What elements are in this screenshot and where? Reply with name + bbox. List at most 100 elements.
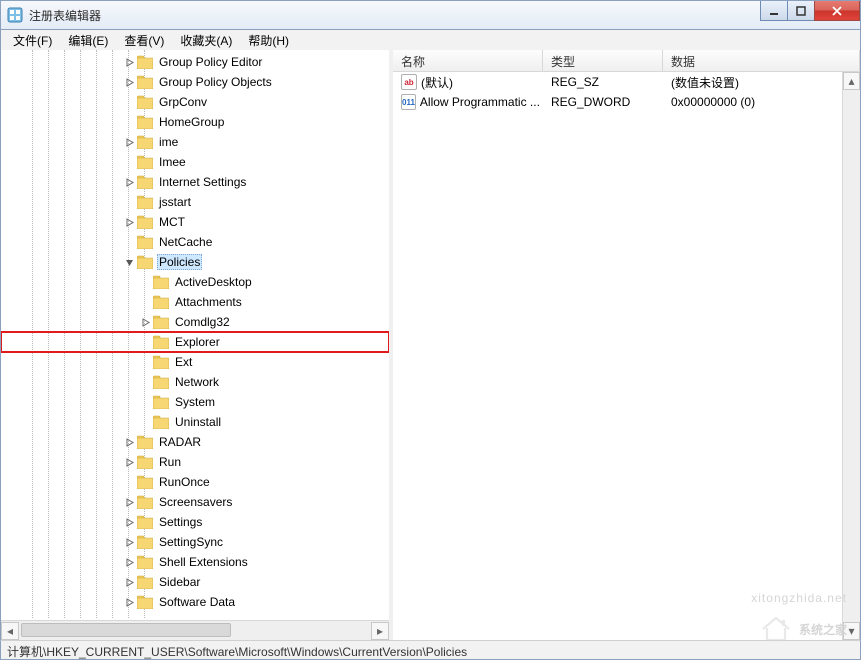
scroll-down-button[interactable]: ▾ xyxy=(843,622,860,640)
folder-icon xyxy=(137,55,153,69)
folder-icon xyxy=(137,435,153,449)
tree-item-label: GrpConv xyxy=(157,94,209,110)
tree-item-label: Attachments xyxy=(173,294,244,310)
expand-icon[interactable] xyxy=(123,516,135,528)
tree-item-label: Comdlg32 xyxy=(173,314,232,330)
tree-item[interactable]: Sidebar xyxy=(1,572,389,592)
tree-item[interactable]: Group Policy Editor xyxy=(1,52,389,72)
tree-item[interactable]: jsstart xyxy=(1,192,389,212)
tree-item[interactable]: Imee xyxy=(1,152,389,172)
expand-icon[interactable] xyxy=(123,576,135,588)
tree-item[interactable]: System xyxy=(1,392,389,412)
folder-icon xyxy=(137,515,153,529)
menu-edit[interactable]: 编辑(E) xyxy=(60,30,116,51)
menu-help[interactable]: 帮助(H) xyxy=(240,30,297,51)
string-value-icon: ab xyxy=(401,74,417,90)
tree-item-label: Policies xyxy=(157,254,202,270)
scroll-thumb[interactable] xyxy=(21,623,231,637)
expand-icon[interactable] xyxy=(123,136,135,148)
tree-item[interactable]: Uninstall xyxy=(1,412,389,432)
column-data[interactable]: 数据 xyxy=(663,50,860,71)
scroll-left-button[interactable]: ◂ xyxy=(1,622,19,640)
tree-item[interactable]: Explorer xyxy=(1,332,389,352)
status-bar: 计算机\HKEY_CURRENT_USER\Software\Microsoft… xyxy=(0,640,861,660)
tree-item[interactable]: SettingSync xyxy=(1,532,389,552)
tree-item[interactable]: Policies xyxy=(1,252,389,272)
expand-icon[interactable] xyxy=(123,536,135,548)
scroll-up-button[interactable]: ▴ xyxy=(843,72,860,90)
title-bar: 注册表编辑器 xyxy=(0,0,861,30)
folder-icon xyxy=(153,355,169,369)
tree-item[interactable]: Shell Extensions xyxy=(1,552,389,572)
expand-icon[interactable] xyxy=(123,496,135,508)
tree-item[interactable]: ActiveDesktop xyxy=(1,272,389,292)
folder-icon xyxy=(153,375,169,389)
menu-view[interactable]: 查看(V) xyxy=(116,30,172,51)
tree-item-label: Internet Settings xyxy=(157,174,248,190)
registry-tree[interactable]: Group Policy Editor Group Policy Objects G… xyxy=(1,50,389,618)
tree-item-label: Sidebar xyxy=(157,574,202,590)
folder-icon xyxy=(137,535,153,549)
maximize-button[interactable] xyxy=(787,1,815,21)
folder-icon xyxy=(137,215,153,229)
folder-icon xyxy=(137,115,153,129)
folder-icon xyxy=(153,275,169,289)
expand-icon[interactable] xyxy=(123,56,135,68)
tree-item[interactable]: Screensavers xyxy=(1,492,389,512)
value-row[interactable]: ab(默认)REG_SZ(数值未设置) xyxy=(393,72,860,92)
value-data: 0x00000000 (0) xyxy=(663,95,860,109)
expand-icon[interactable] xyxy=(123,456,135,468)
tree-item[interactable]: Run xyxy=(1,452,389,472)
menu-file[interactable]: 文件(F) xyxy=(5,30,60,51)
tree-item[interactable]: Internet Settings xyxy=(1,172,389,192)
tree-item[interactable]: Software Data xyxy=(1,592,389,612)
tree-item[interactable]: Settings xyxy=(1,512,389,532)
expand-icon[interactable] xyxy=(123,76,135,88)
tree-item-label: ime xyxy=(157,134,180,150)
values-list[interactable]: ab(默认)REG_SZ(数值未设置)011Allow Programmatic… xyxy=(393,72,860,112)
column-type[interactable]: 类型 xyxy=(543,50,663,71)
tree-item-label: Network xyxy=(173,374,221,390)
tree-item-label: SettingSync xyxy=(157,534,225,550)
tree-item-label: Explorer xyxy=(173,334,222,350)
close-button[interactable] xyxy=(814,1,860,21)
minimize-button[interactable] xyxy=(760,1,788,21)
tree-horizontal-scrollbar[interactable]: ◂ ▸ xyxy=(1,620,389,640)
tree-item[interactable]: GrpConv xyxy=(1,92,389,112)
folder-icon xyxy=(137,255,153,269)
tree-item[interactable]: RADAR xyxy=(1,432,389,452)
tree-item[interactable]: Attachments xyxy=(1,292,389,312)
value-data: (数值未设置) xyxy=(663,74,860,91)
collapse-icon[interactable] xyxy=(123,256,135,268)
folder-icon xyxy=(137,555,153,569)
expand-icon[interactable] xyxy=(139,316,151,328)
window-buttons xyxy=(761,1,860,21)
tree-item[interactable]: RunOnce xyxy=(1,472,389,492)
tree-item[interactable]: HomeGroup xyxy=(1,112,389,132)
tree-item-label: Run xyxy=(157,454,183,470)
expand-icon[interactable] xyxy=(123,436,135,448)
tree-item[interactable]: Group Policy Objects xyxy=(1,72,389,92)
expand-icon[interactable] xyxy=(123,176,135,188)
tree-item[interactable]: MCT xyxy=(1,212,389,232)
tree-item[interactable]: Comdlg32 xyxy=(1,312,389,332)
tree-item[interactable]: Ext xyxy=(1,352,389,372)
folder-icon xyxy=(137,575,153,589)
menu-favorites[interactable]: 收藏夹(A) xyxy=(172,30,240,51)
tree-item-label: jsstart xyxy=(157,194,193,210)
tree-item-label: NetCache xyxy=(157,234,214,250)
tree-item[interactable]: ime xyxy=(1,132,389,152)
value-row[interactable]: 011Allow Programmatic ...REG_DWORD0x0000… xyxy=(393,92,860,112)
scroll-track[interactable] xyxy=(843,90,860,622)
tree-item-label: Group Policy Editor xyxy=(157,54,264,70)
scroll-track[interactable] xyxy=(19,622,371,640)
column-name[interactable]: 名称 xyxy=(393,50,543,71)
values-vertical-scrollbar[interactable]: ▴ ▾ xyxy=(842,72,860,640)
tree-item[interactable]: NetCache xyxy=(1,232,389,252)
tree-item[interactable]: Network xyxy=(1,372,389,392)
scroll-right-button[interactable]: ▸ xyxy=(371,622,389,640)
folder-icon xyxy=(137,475,153,489)
expand-icon[interactable] xyxy=(123,556,135,568)
expand-icon[interactable] xyxy=(123,216,135,228)
expand-icon[interactable] xyxy=(123,596,135,608)
